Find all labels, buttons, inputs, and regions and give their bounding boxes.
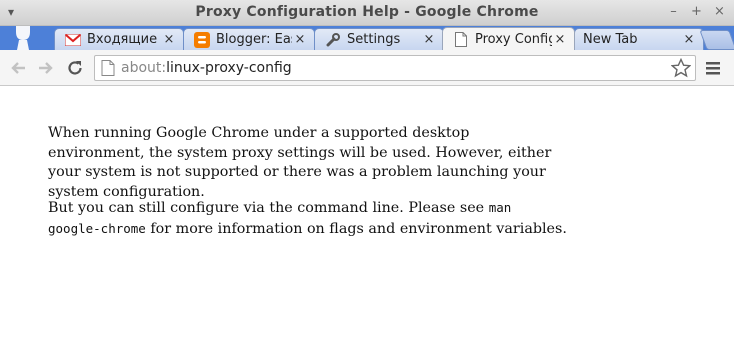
minimize-button[interactable]: – [665, 3, 682, 20]
page-icon [453, 32, 469, 48]
back-button[interactable] [8, 58, 28, 78]
forward-button[interactable] [36, 58, 56, 78]
tab-blogger[interactable]: Blogger: Eas × [183, 28, 315, 50]
tab-settings[interactable]: Settings × [314, 28, 444, 50]
profile-avatar-icon[interactable] [12, 26, 34, 50]
address-bar[interactable]: about:linux-proxy-config [94, 55, 696, 81]
bookmark-star-icon[interactable] [671, 58, 691, 78]
paragraph-2-text-end: for more information on flags and enviro… [145, 220, 567, 237]
tab-close-icon[interactable]: × [552, 32, 568, 47]
reload-icon [68, 61, 82, 75]
url-text[interactable]: about:linux-proxy-config [121, 60, 292, 76]
blogger-icon [194, 31, 210, 48]
url-path: linux-proxy-config [166, 60, 292, 76]
tab-close-icon[interactable]: × [292, 32, 308, 47]
close-window-button[interactable]: × [711, 3, 728, 20]
url-scheme: about: [121, 60, 167, 76]
back-arrow-icon [11, 62, 25, 74]
maximize-button[interactable]: + [688, 3, 705, 20]
tab-label: Входящие - [87, 32, 161, 47]
proxy-help-paragraph-2: But you can still configure via the comm… [48, 198, 568, 239]
tab-strip: Входящие - × Blogger: Eas × Settings × P… [0, 26, 734, 50]
tab-label: Settings [347, 32, 401, 47]
page-icon [101, 60, 115, 76]
tab-close-icon[interactable]: × [421, 32, 437, 47]
chrome-menu-icon[interactable] [704, 59, 722, 77]
tab-close-icon[interactable]: × [681, 32, 697, 47]
tab-label: Proxy Config [475, 32, 552, 47]
tab-label: New Tab [583, 32, 638, 47]
forward-arrow-icon [39, 62, 53, 74]
gmail-icon [65, 32, 81, 48]
tab-close-icon[interactable]: × [161, 32, 177, 47]
tab-inbox[interactable]: Входящие - × [54, 28, 184, 50]
page-content: When running Google Chrome under a suppo… [0, 86, 734, 356]
proxy-help-paragraph-1: When running Google Chrome under a suppo… [48, 125, 552, 200]
reload-button[interactable] [65, 58, 85, 78]
new-tab-button[interactable] [699, 30, 734, 50]
tab-new-tab[interactable]: New Tab × [574, 28, 704, 50]
paragraph-2-text-start: But you can still configure via the comm… [48, 200, 489, 216]
wrench-icon [325, 32, 341, 48]
tab-label: Blogger: Eas [216, 32, 292, 47]
browser-toolbar: about:linux-proxy-config [0, 50, 734, 86]
tab-proxy-config[interactable]: Proxy Config × [442, 27, 575, 50]
window-title: Proxy Configuration Help - Google Chrome [195, 4, 539, 20]
window-titlebar: ▾ Proxy Configuration Help - Google Chro… [0, 0, 734, 26]
